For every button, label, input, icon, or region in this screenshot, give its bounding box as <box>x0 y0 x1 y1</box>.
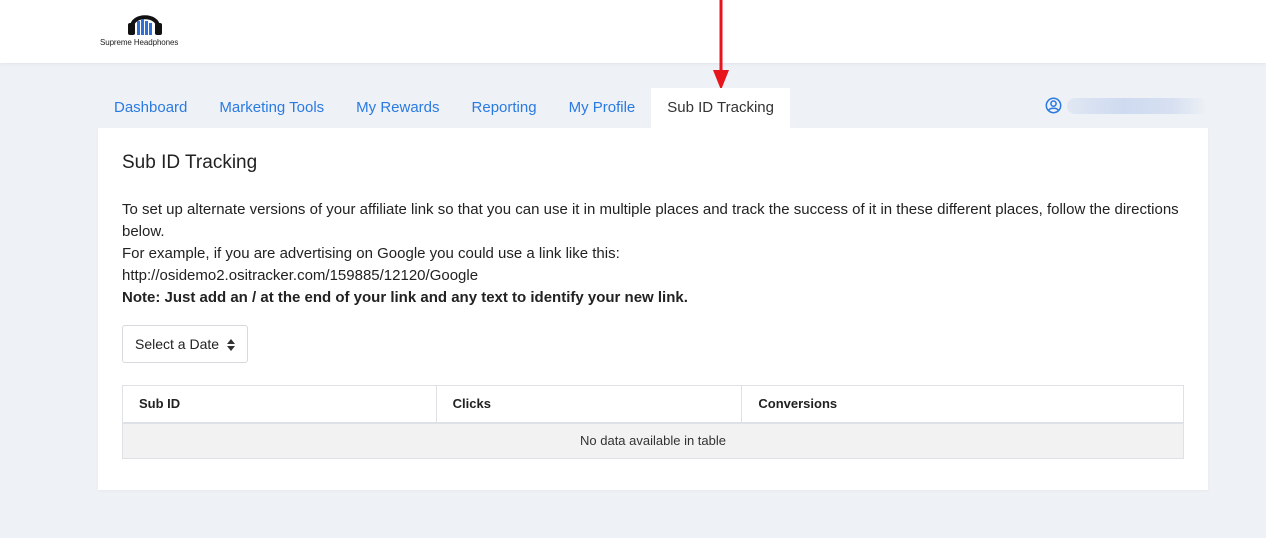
table-header-row: Sub ID Clicks Conversions <box>122 385 1184 424</box>
column-header-clicks[interactable]: Clicks <box>435 385 743 424</box>
date-select-label: Select a Date <box>135 336 220 352</box>
tab-sub-id-tracking[interactable]: Sub ID Tracking <box>651 88 790 128</box>
sub-id-table: Sub ID Clicks Conversions No data availa… <box>122 385 1184 459</box>
tab-my-profile[interactable]: My Profile <box>553 88 652 128</box>
top-header: Supreme Headphones <box>0 0 1266 63</box>
date-select[interactable]: Select a Date <box>122 325 248 363</box>
tab-marketing-tools[interactable]: Marketing Tools <box>203 88 340 128</box>
tab-dashboard[interactable]: Dashboard <box>98 88 203 128</box>
empty-table-message: No data available in table <box>122 422 1184 459</box>
column-header-sub-id[interactable]: Sub ID <box>122 385 437 424</box>
main-nav-tabs: Dashboard Marketing Tools My Rewards Rep… <box>98 88 790 128</box>
table-row: No data available in table <box>122 422 1184 459</box>
user-circle-icon <box>1045 97 1062 114</box>
instructions-line-2: For example, if you are advertising on G… <box>122 245 620 262</box>
instructions-note: Note: Just add an / at the end of your l… <box>122 289 688 306</box>
tab-reporting[interactable]: Reporting <box>456 88 553 128</box>
instructions-line-1: To set up alternate versions of your aff… <box>122 201 1179 240</box>
example-link: http://osidemo2.ositracker.com/159885/12… <box>122 267 479 284</box>
annotation-arrow-icon <box>713 0 729 90</box>
sub-id-tracking-panel: Sub ID Tracking To set up alternate vers… <box>98 128 1208 490</box>
user-name-blurred <box>1067 97 1207 114</box>
sort-caret-icon <box>227 339 235 351</box>
page-title: Sub ID Tracking <box>122 152 258 173</box>
column-header-conversions[interactable]: Conversions <box>741 385 1184 424</box>
tab-my-rewards[interactable]: My Rewards <box>340 88 455 128</box>
instructions: To set up alternate versions of your aff… <box>122 199 1182 309</box>
user-menu[interactable] <box>1045 97 1207 114</box>
brand-logo[interactable]: Supreme Headphones <box>100 8 190 50</box>
brand-name: Supreme Headphones <box>100 38 179 47</box>
headphones-logo-icon <box>128 15 162 35</box>
